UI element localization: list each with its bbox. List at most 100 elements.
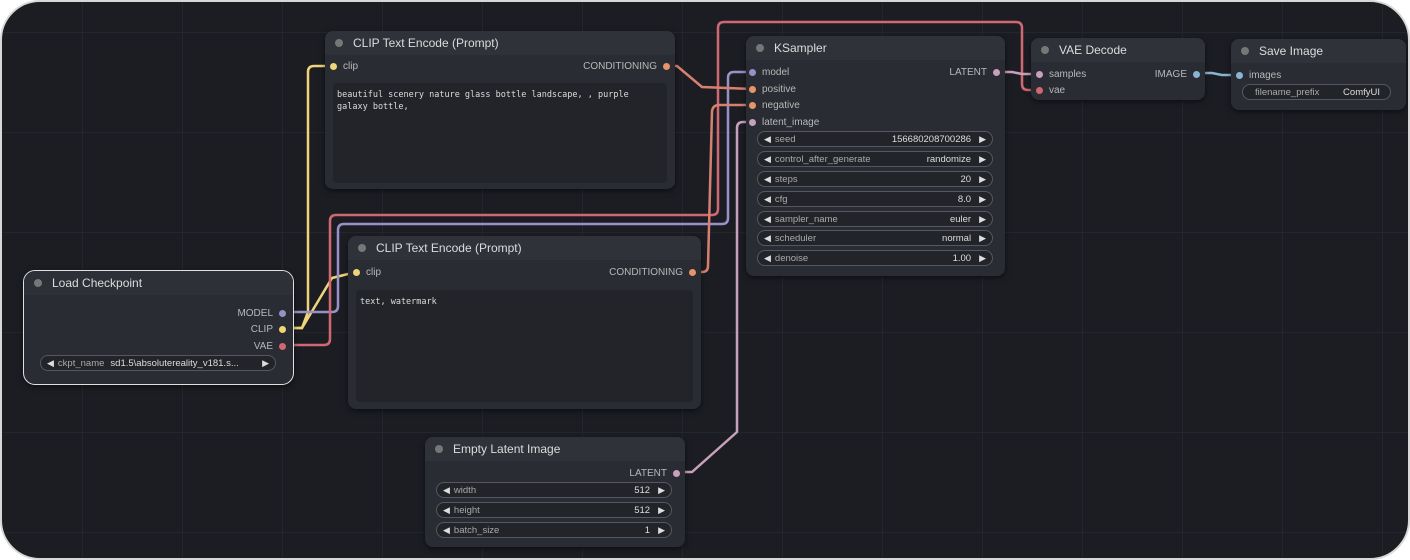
input-model[interactable]: model [749,65,789,79]
output-clip[interactable]: CLIP [251,322,286,336]
slot-dot-icon [673,469,680,477]
arrow-left-icon[interactable]: ◀ [443,525,450,536]
arrow-right-icon[interactable]: ▶ [979,253,986,264]
input-images[interactable]: images [1236,68,1281,82]
node-title[interactable]: Empty Latent Image [425,437,685,461]
collapse-dot-icon[interactable] [1241,47,1249,55]
slot-dot-icon [1036,86,1043,94]
widget-label: height [453,504,480,516]
wire-clip-bottom [292,270,357,330]
input-samples[interactable]: samples [1036,67,1086,81]
arrow-right-icon[interactable]: ▶ [262,358,269,369]
output-conditioning[interactable]: CONDITIONING [583,59,670,73]
prompt-textarea[interactable]: beautiful scenery nature glass bottle la… [333,83,667,183]
slot-label: clip [343,60,359,72]
slot-dot-icon [279,309,286,317]
node-title-text: KSampler [774,41,827,55]
arrow-left-icon[interactable]: ◀ [764,174,771,185]
slot-label: images [1249,69,1282,81]
arrow-left-icon[interactable]: ◀ [764,154,771,165]
arrow-left-icon[interactable]: ◀ [764,214,771,225]
sampler-name-widget[interactable]: ◀ sampler_name euler ▶ [757,211,993,227]
arrow-right-icon[interactable]: ▶ [979,174,986,185]
arrow-left-icon[interactable]: ◀ [764,233,771,244]
slot-label: LATENT [949,66,987,78]
collapse-dot-icon[interactable] [335,39,343,47]
ckpt-name-combo[interactable]: ◀ ckpt_name sd1.5\absolutereality_v181.s..… [40,355,276,371]
collapse-dot-icon[interactable] [1041,46,1049,54]
node-vae-decode[interactable]: VAE Decode samples vae IMAGE [1031,38,1205,100]
collapse-dot-icon[interactable] [756,44,764,52]
filename-prefix-input[interactable]: filename_prefix ComfyUI [1242,84,1391,100]
arrow-right-icon[interactable]: ▶ [979,233,986,244]
prompt-textarea[interactable]: text, watermark [356,290,693,402]
node-ksampler[interactable]: KSampler model positive negative latent_… [746,36,1005,276]
input-vae[interactable]: vae [1036,83,1065,97]
node-title[interactable]: Load Checkpoint [24,271,293,295]
output-image[interactable]: IMAGE [1155,67,1200,81]
height-widget[interactable]: ◀ height 512 ▶ [436,502,672,518]
arrow-right-icon[interactable]: ▶ [979,154,986,165]
arrow-right-icon[interactable]: ▶ [979,214,986,225]
denoise-widget[interactable]: ◀ denoise 1.00 ▶ [757,250,993,266]
slot-label: VAE [253,340,273,352]
seed-widget[interactable]: ◀ seed 156680208700286 ▶ [757,131,993,147]
slot-label: latent_image [762,116,820,128]
input-positive[interactable]: positive [749,82,796,96]
output-conditioning[interactable]: CONDITIONING [609,265,696,279]
cfg-widget[interactable]: ◀ cfg 8.0 ▶ [757,191,993,207]
widget-label: denoise [774,252,809,264]
arrow-left-icon[interactable]: ◀ [764,134,771,145]
input-clip[interactable]: clip [353,265,381,279]
arrow-left-icon[interactable]: ◀ [443,485,450,496]
slot-dot-icon [749,118,756,126]
width-widget[interactable]: ◀ width 512 ▶ [436,482,672,498]
input-latent-image[interactable]: latent_image [749,115,819,129]
scheduler-widget[interactable]: ◀ scheduler normal ▶ [757,230,993,246]
arrow-right-icon[interactable]: ▶ [979,194,986,205]
control-after-generate-widget[interactable]: ◀ control_after_generate randomize ▶ [757,151,993,167]
node-clip-text-encode-negative[interactable]: CLIP Text Encode (Prompt) clip CONDITION… [348,236,701,409]
node-graph-canvas[interactable]: CLIP Text Encode (Prompt) clip CONDITION… [0,0,1410,560]
arrow-right-icon[interactable]: ▶ [658,505,665,516]
slot-dot-icon [279,325,286,333]
collapse-dot-icon[interactable] [435,445,443,453]
node-load-checkpoint[interactable]: Load Checkpoint MODEL CLIP VAE ◀ ckpt_nam… [23,270,294,385]
slot-dot-icon [689,268,696,276]
node-title[interactable]: VAE Decode [1031,38,1205,62]
widget-value: sd1.5\absolutereality_v181.s... [110,357,239,369]
input-clip[interactable]: clip [330,59,358,73]
node-title[interactable]: KSampler [746,36,1005,60]
input-negative[interactable]: negative [749,98,800,112]
widget-value: 1.00 [952,252,972,264]
node-title-text: CLIP Text Encode (Prompt) [353,36,499,50]
arrow-right-icon[interactable]: ▶ [658,525,665,536]
node-title[interactable]: Save Image [1231,39,1406,63]
slot-label: samples [1049,68,1087,80]
arrow-left-icon[interactable]: ◀ [47,358,54,369]
wire-positive [666,64,753,91]
arrow-right-icon[interactable]: ▶ [658,485,665,496]
slot-dot-icon [663,62,670,70]
output-model[interactable]: MODEL [237,306,286,320]
collapse-dot-icon[interactable] [358,244,366,252]
node-title[interactable]: CLIP Text Encode (Prompt) [348,236,701,260]
node-clip-text-encode-positive[interactable]: CLIP Text Encode (Prompt) clip CONDITION… [325,31,675,189]
output-latent[interactable]: LATENT [629,466,680,480]
node-save-image[interactable]: Save Image images filename_prefix ComfyUI [1231,39,1406,110]
output-vae[interactable]: VAE [254,339,286,353]
arrow-left-icon[interactable]: ◀ [443,505,450,516]
output-latent[interactable]: LATENT [949,65,1000,79]
node-title[interactable]: CLIP Text Encode (Prompt) [325,31,675,55]
steps-widget[interactable]: ◀ steps 20 ▶ [757,171,993,187]
node-empty-latent-image[interactable]: Empty Latent Image LATENT ◀ width 512 ▶ ◀ he… [425,437,685,547]
arrow-left-icon[interactable]: ◀ [764,253,771,264]
batch-size-widget[interactable]: ◀ batch_size 1 ▶ [436,522,672,538]
collapse-dot-icon[interactable] [34,279,42,287]
arrow-right-icon[interactable]: ▶ [979,134,986,145]
arrow-left-icon[interactable]: ◀ [764,194,771,205]
slot-dot-icon [279,342,286,350]
slot-dot-icon [353,268,360,276]
slot-label: vae [1049,84,1066,96]
widget-label: sampler_name [774,213,838,225]
